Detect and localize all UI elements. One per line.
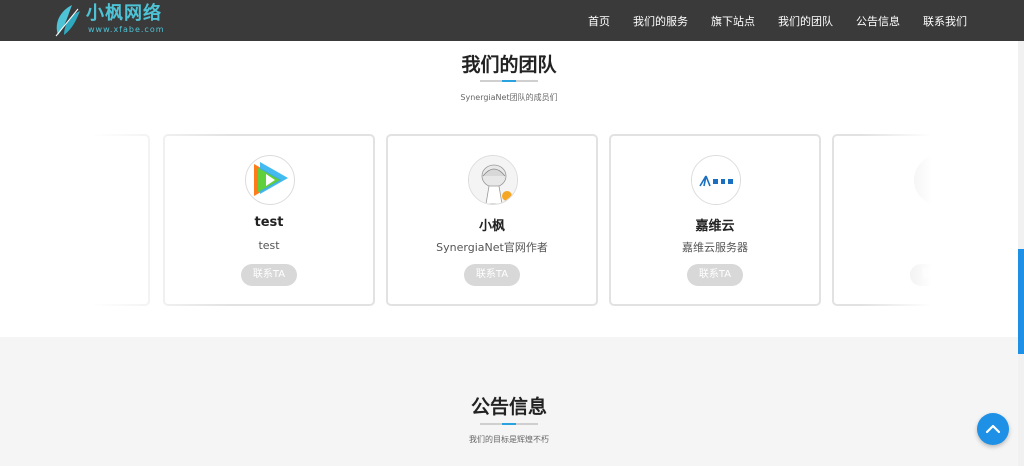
member-desc: 嘉维云服务器 bbox=[682, 241, 748, 254]
nav-notices[interactable]: 公告信息 bbox=[856, 13, 900, 29]
top-navbar: 小枫网络 www.xfabe.com 首页 我们的服务 旗下站点 我们的团队 公… bbox=[0, 0, 1024, 41]
back-to-top-button[interactable] bbox=[977, 413, 1009, 445]
nav-services[interactable]: 我们的服务 bbox=[633, 13, 688, 29]
team-card-partial-left bbox=[92, 134, 150, 306]
contact-member-button[interactable]: 联系TA bbox=[241, 264, 297, 286]
scrollbar-thumb[interactable] bbox=[1018, 249, 1024, 354]
contact-member-button[interactable]: 联系TA bbox=[464, 264, 520, 286]
team-card: 嘉维云 嘉维云服务器 联系TA bbox=[609, 134, 821, 306]
page-scrollbar[interactable] bbox=[1018, 41, 1024, 466]
team-card: test test 联系TA bbox=[163, 134, 375, 306]
member-desc: 吴 bbox=[834, 239, 932, 255]
chevron-up-icon bbox=[985, 424, 1001, 434]
notice-title: 公告信息 bbox=[470, 396, 547, 418]
nav-team[interactable]: 我们的团队 bbox=[778, 13, 833, 29]
nav-contact[interactable]: 联系我们 bbox=[923, 13, 967, 29]
team-title-accent bbox=[502, 80, 516, 82]
team-section: 我们的团队 SynergiaNet团队的成员们 test test 联系TA 小… bbox=[0, 41, 1018, 337]
jiawei-logo-avatar bbox=[691, 155, 741, 205]
member-name: 吴 bbox=[834, 215, 932, 234]
contact-member-button[interactable]: 联系TA bbox=[687, 264, 743, 286]
main-nav: 首页 我们的服务 旗下站点 我们的团队 公告信息 联系我们 bbox=[588, 0, 967, 41]
brand-title: 小枫网络 bbox=[86, 3, 162, 24]
anime-character-avatar bbox=[468, 155, 518, 205]
team-subtitle: SynergiaNet团队的成员们 bbox=[460, 93, 558, 102]
team-card: 小枫 SynergiaNet官网作者 联系TA bbox=[386, 134, 598, 306]
member-name: 小枫 bbox=[478, 219, 505, 234]
grey-avatar bbox=[914, 155, 932, 205]
video-play-logo-icon bbox=[245, 155, 295, 205]
nav-home[interactable]: 首页 bbox=[588, 13, 610, 29]
member-name: test bbox=[254, 215, 284, 230]
contact-member-button[interactable]: 联系TA bbox=[910, 264, 932, 286]
brand-domain: www.xfabe.com bbox=[88, 25, 165, 34]
member-desc: SynergiaNet官网作者 bbox=[436, 241, 548, 254]
member-desc: test bbox=[258, 239, 280, 252]
team-card-partial-right: 吴 吴 联系TA bbox=[832, 134, 932, 306]
notice-title-accent bbox=[502, 423, 516, 425]
notice-subtitle: 我们的目标是辉煌不朽 bbox=[469, 435, 549, 444]
member-name: 嘉维云 bbox=[695, 219, 735, 234]
site-logo[interactable]: 小枫网络 www.xfabe.com bbox=[52, 3, 165, 37]
team-carousel[interactable]: test test 联系TA 小枫 SynergiaNet官网作者 联系TA 嘉… bbox=[92, 134, 932, 306]
team-title: 我们的团队 bbox=[461, 54, 557, 76]
nav-sites[interactable]: 旗下站点 bbox=[711, 13, 755, 29]
notice-section: 公告信息 我们的目标是辉煌不朽 bbox=[0, 337, 1018, 466]
leaf-logo-icon bbox=[55, 5, 80, 37]
